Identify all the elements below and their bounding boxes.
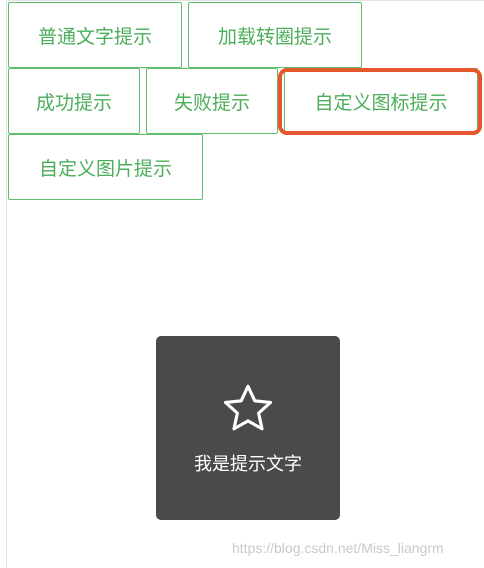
custom-image-toast-button[interactable]: 自定义图片提示 bbox=[8, 134, 203, 200]
fail-toast-button[interactable]: 失败提示 bbox=[146, 68, 278, 134]
loading-toast-button[interactable]: 加载转圈提示 bbox=[188, 2, 362, 68]
success-toast-button[interactable]: 成功提示 bbox=[8, 68, 140, 134]
toast-message: 我是提示文字 bbox=[194, 454, 302, 475]
star-outline-icon bbox=[223, 384, 273, 431]
normal-text-toast-button[interactable]: 普通文字提示 bbox=[8, 2, 182, 68]
watermark: https://blog.csdn.net/Miss_liangrm bbox=[232, 540, 444, 556]
custom-icon-toast-button[interactable]: 自定义图标提示 bbox=[284, 68, 478, 134]
toast-popup: 我是提示文字 bbox=[156, 336, 340, 520]
